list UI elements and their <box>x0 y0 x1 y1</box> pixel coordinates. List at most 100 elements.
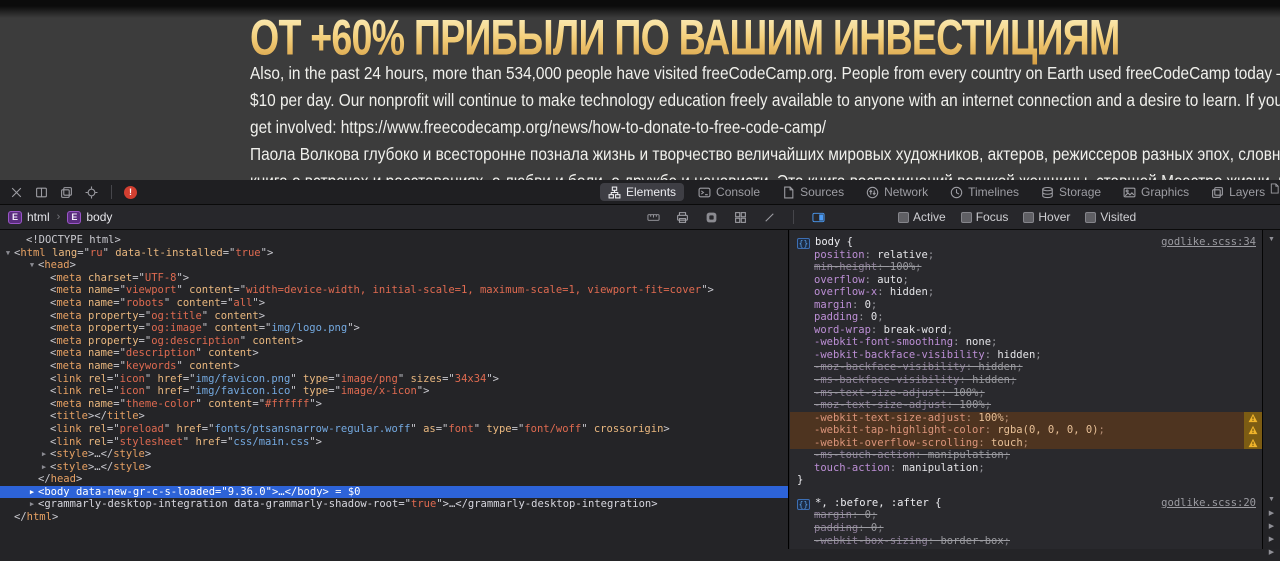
dom-tree-row[interactable]: </html> <box>0 511 788 524</box>
css-property[interactable]: padding: 0; <box>790 311 1262 324</box>
dom-tree-row[interactable]: <meta name="robots" content="all"> <box>0 297 788 310</box>
css-property[interactable]: -webkit-tap-highlight-color: rgba(0, 0, … <box>790 424 1262 437</box>
dom-tree-row[interactable]: <link rel="stylesheet" href="css/main.cs… <box>0 436 788 449</box>
dom-tree-row[interactable]: ▶ <style>…</style> <box>0 448 788 461</box>
css-swatch-icon: {} <box>797 238 810 249</box>
dom-tree-row[interactable]: ▶ <grammarly-desktop-integration data-gra… <box>0 498 788 511</box>
css-property[interactable]: overflow-x: hidden; <box>790 286 1262 299</box>
css-warning-icon[interactable] <box>1244 411 1262 425</box>
tab-console[interactable]: Console <box>690 183 768 201</box>
pseudo-toggle-visited[interactable]: Visited <box>1085 210 1136 224</box>
close-icon[interactable] <box>8 184 24 200</box>
appearance-icon[interactable] <box>703 209 719 225</box>
tab-sources[interactable]: Sources <box>774 183 852 201</box>
dom-tree-row[interactable]: <!DOCTYPE html> <box>0 234 788 247</box>
tab-timelines[interactable]: Timelines <box>942 183 1027 201</box>
breadcrumb-item-body[interactable]: Ebody <box>67 205 112 229</box>
dock-windows-icon[interactable] <box>58 184 74 200</box>
css-warning-icon[interactable] <box>1244 436 1262 450</box>
css-property[interactable]: -webkit-backface-visibility: hidden; <box>790 349 1262 362</box>
dom-tree-row[interactable]: <meta name="description" content> <box>0 347 788 360</box>
dom-tree-row[interactable]: <meta property="og:title" content> <box>0 310 788 323</box>
grid-overlay-icon[interactable] <box>732 209 748 225</box>
dom-tree-row[interactable]: <link rel="icon" href="img/favicon.ico" … <box>0 385 788 398</box>
section-disclosure-arrow[interactable]: ▶ <box>1263 509 1280 521</box>
css-warning-icon[interactable] <box>1244 424 1262 437</box>
dom-tree-row[interactable]: <meta name="keywords" content> <box>0 360 788 373</box>
error-badge[interactable]: ! <box>124 185 137 199</box>
css-property[interactable]: overflow: auto; <box>790 274 1262 287</box>
css-property[interactable]: touch-action: manipulation; <box>790 462 1262 475</box>
disclosure-arrow[interactable]: ▶ <box>39 448 49 461</box>
sidebar-toggle-icon[interactable] <box>810 209 826 225</box>
css-property[interactable]: -ms-text-size-adjust: 100%; <box>790 387 1262 400</box>
css-property[interactable]: position: relative; <box>790 249 1262 262</box>
section-disclosure-arrow[interactable]: ▶ <box>1263 548 1280 560</box>
dom-tree-row[interactable]: ▶ <body data-new-gr-c-s-loaded="9.36.0">…… <box>0 485 788 499</box>
disclosure-arrow[interactable]: ▶ <box>27 498 37 511</box>
pseudo-toggle-focus[interactable]: Focus <box>960 210 1008 224</box>
css-colon: : <box>851 509 865 522</box>
dom-tree-row[interactable]: <link rel="icon" href="img/favicon.png" … <box>0 373 788 386</box>
css-property[interactable]: -ms-touch-action: manipulation; <box>790 449 1262 462</box>
code-token: "> <box>701 284 714 297</box>
breadcrumb-item-html[interactable]: Ehtml <box>8 205 50 229</box>
disclosure-arrow[interactable]: ▶ <box>39 461 49 474</box>
dom-tree-row[interactable]: <meta charset="UTF-8"> <box>0 272 788 285</box>
dom-tree-row[interactable]: <title></title> <box>0 410 788 423</box>
css-property[interactable]: -webkit-box-sizing: border-box; <box>790 535 1262 548</box>
dom-tree-row[interactable]: <link rel="preload" href="fonts/ptsansna… <box>0 423 788 436</box>
css-source-link[interactable]: godlike.scss:20 <box>1161 497 1256 510</box>
dock-split-icon[interactable] <box>33 184 49 200</box>
tab-layers[interactable]: Layers <box>1203 183 1273 201</box>
section-disclosure-arrow[interactable]: ▼ <box>1263 236 1280 248</box>
ruler-icon[interactable] <box>645 209 661 225</box>
dom-tree-pane[interactable]: <!DOCTYPE html> ▼ <html lang="ru" data-lt-… <box>0 230 789 549</box>
disclosure-arrow[interactable]: ▶ <box>27 486 37 499</box>
disclosure-arrow[interactable]: ▼ <box>27 259 37 272</box>
dom-tree-row[interactable]: </head> <box>0 473 788 486</box>
css-source-link[interactable]: godlike.scss:34 <box>1161 236 1256 249</box>
edit-icon[interactable] <box>761 209 777 225</box>
dom-tree-row[interactable]: ▼ <html lang="ru" data-lt-installed="true… <box>0 247 788 260</box>
css-rule-selector[interactable]: {} *, :before, :after {godlike.scss:20 <box>790 497 1262 510</box>
css-styles-pane[interactable]: {} body {godlike.scss:34 position: relativ… <box>790 230 1263 549</box>
code-token: > <box>663 422 670 435</box>
tab-graphics[interactable]: Graphics <box>1115 183 1197 201</box>
dom-tree-row[interactable]: <meta name="viewport" content="width=dev… <box>0 284 788 297</box>
code-token: meta <box>56 359 82 372</box>
pseudo-toggle-active[interactable]: Active <box>898 210 946 224</box>
tab-elements[interactable]: Elements <box>600 183 685 201</box>
css-property[interactable]: word-wrap: break-word; <box>790 324 1262 337</box>
css-property-name: -webkit-text-size-adjust <box>814 411 966 424</box>
css-rule-selector[interactable]: {} body {godlike.scss:34 <box>790 236 1262 249</box>
css-property[interactable]: margin: 0; <box>790 299 1262 312</box>
tab-partial[interactable] <box>1269 183 1280 201</box>
tab-network[interactable]: Network <box>858 183 936 201</box>
print-icon[interactable] <box>674 209 690 225</box>
tab-storage[interactable]: Storage <box>1033 183 1109 201</box>
css-property[interactable]: -webkit-text-size-adjust: 100%; <box>790 411 1262 425</box>
dom-tree-row[interactable]: <meta property="og:image" content="img/l… <box>0 322 788 335</box>
dom-tree-row[interactable]: <meta name="theme-color" content="#fffff… <box>0 398 788 411</box>
css-property[interactable]: -ms-backface-visibility: hidden; <box>790 374 1262 387</box>
dom-tree-row[interactable]: <meta property="og:description" content> <box>0 335 788 348</box>
css-property[interactable]: margin: 0; <box>790 509 1262 522</box>
dom-tree-row[interactable]: ▶ <style>…</style> <box>0 461 788 474</box>
dom-tree-row[interactable]: ▼ <head> <box>0 259 788 272</box>
css-property[interactable]: padding: 0; <box>790 522 1262 535</box>
pseudo-toggle-hover[interactable]: Hover <box>1023 210 1070 224</box>
section-disclosure-arrow[interactable]: ▼ <box>1263 496 1280 508</box>
css-property[interactable]: min-height: 100%; <box>790 261 1262 274</box>
section-disclosure-arrow[interactable]: ▶ <box>1263 522 1280 534</box>
graphics-icon <box>1123 186 1136 199</box>
disclosure-arrow[interactable]: ▼ <box>3 247 13 260</box>
code-token: icon <box>119 385 145 398</box>
breadcrumb: Ehtml › Ebody <box>8 205 112 229</box>
css-property[interactable]: -webkit-overflow-scrolling: touch; <box>790 436 1262 450</box>
css-property[interactable]: -moz-text-size-adjust: 100%; <box>790 399 1262 412</box>
element-picker-icon[interactable] <box>83 184 99 200</box>
css-property[interactable]: -webkit-font-smoothing: none; <box>790 336 1262 349</box>
css-property[interactable]: -moz-backface-visibility: hidden; <box>790 361 1262 374</box>
section-disclosure-arrow[interactable]: ▶ <box>1263 535 1280 547</box>
